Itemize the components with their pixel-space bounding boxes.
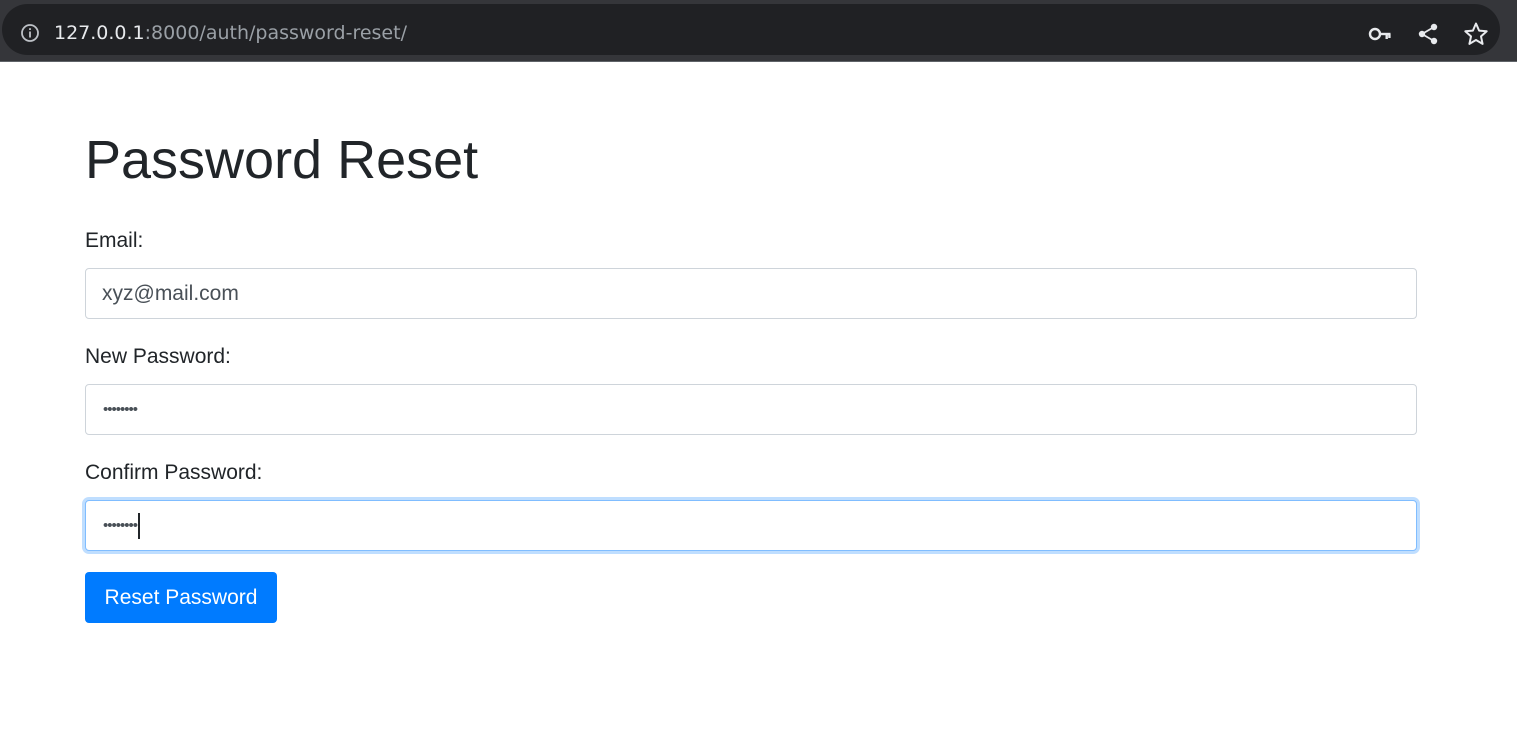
new-password-field[interactable]: •••••••• <box>85 384 1417 435</box>
url-text[interactable]: 127.0.0.1:8000/auth/password-reset/ <box>54 21 407 45</box>
share-icon[interactable] <box>1415 21 1441 47</box>
url-host: 127.0.0.1 <box>54 22 145 44</box>
new-password-value: •••••••• <box>103 401 138 418</box>
url-path: :8000/auth/password-reset/ <box>144 22 407 44</box>
email-label: Email: <box>85 229 144 252</box>
new-password-label: New Password: <box>85 345 231 368</box>
email-field[interactable] <box>85 268 1417 319</box>
info-icon[interactable] <box>20 23 40 43</box>
confirm-password-field[interactable]: •••••••• <box>85 500 1417 551</box>
key-icon[interactable] <box>1367 21 1393 47</box>
star-icon[interactable] <box>1463 21 1489 47</box>
confirm-password-label: Confirm Password: <box>85 461 263 484</box>
address-bar[interactable]: 127.0.0.1:8000/auth/password-reset/ <box>2 4 1500 55</box>
reset-password-button[interactable]: Reset Password <box>85 572 277 623</box>
text-caret <box>138 513 141 540</box>
page-title: Password Reset <box>85 130 479 190</box>
confirm-password-value-wrap: •••••••• <box>103 513 141 540</box>
page-content: Password Reset Email: New Password: ••••… <box>0 62 1517 755</box>
confirm-password-value: •••••••• <box>103 517 138 534</box>
browser-toolbar: 127.0.0.1:8000/auth/password-reset/ <box>0 0 1517 62</box>
